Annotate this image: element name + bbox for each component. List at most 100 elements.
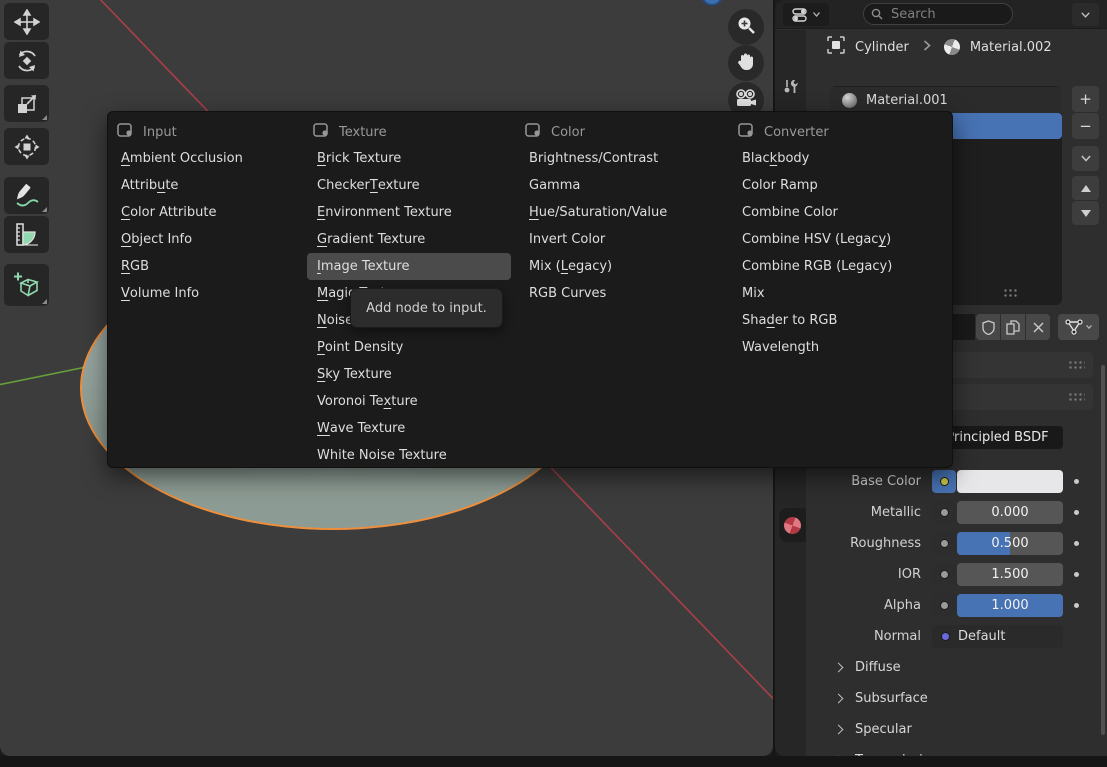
socket-ior[interactable] bbox=[932, 563, 956, 586]
subpanel-diffuse[interactable]: Diffuse bbox=[835, 656, 901, 678]
panel-drag-grip[interactable] bbox=[1068, 392, 1085, 403]
animate-dot[interactable] bbox=[1074, 572, 1079, 577]
menu-item-invert-color[interactable]: Invert Color bbox=[519, 226, 725, 253]
menu-item-sky-texture[interactable]: Sky Texture bbox=[307, 361, 511, 388]
socket-base-color[interactable] bbox=[932, 470, 956, 493]
search-field[interactable] bbox=[863, 3, 1013, 25]
accelerator-letter: I bbox=[317, 259, 321, 274]
close-icon bbox=[1033, 322, 1044, 333]
socket-roughness[interactable] bbox=[932, 532, 956, 555]
socket-metallic[interactable] bbox=[932, 501, 956, 524]
normal-dropdown[interactable]: Default bbox=[932, 625, 1063, 648]
menu-item-hue-saturation-value[interactable]: Hue/Saturation/Value bbox=[519, 199, 725, 226]
menu-item-volume-info[interactable]: Volume Info bbox=[111, 280, 303, 307]
move-slot-down-button[interactable] bbox=[1072, 201, 1099, 225]
menu-item-image-texture[interactable]: Image Texture bbox=[307, 253, 511, 280]
add-cube-icon bbox=[13, 271, 41, 299]
menu-item-rgb-curves[interactable]: RGB Curves bbox=[519, 280, 725, 307]
node-dropdown-button[interactable] bbox=[1058, 314, 1099, 340]
tool-annotate-button[interactable] bbox=[4, 177, 49, 214]
slider-ior[interactable]: 1.500 bbox=[957, 563, 1063, 586]
menu-item-point-density[interactable]: Point Density bbox=[307, 334, 511, 361]
menu-item-mix-legacy-[interactable]: Mix (Legacy) bbox=[519, 253, 725, 280]
menu-item-combine-color[interactable]: Combine Color bbox=[732, 199, 947, 226]
menu-item-wavelength[interactable]: Wavelength bbox=[732, 334, 947, 361]
menu-item-voronoi-texture[interactable]: Voronoi Texture bbox=[307, 388, 511, 415]
object-icon bbox=[827, 36, 845, 58]
menu-item-attribute[interactable]: Attribute bbox=[111, 172, 303, 199]
menu-item-white-noise-texture[interactable]: White Noise Texture bbox=[307, 442, 511, 469]
slider-alpha[interactable]: 1.000 bbox=[957, 594, 1063, 617]
menu-item-gradient-texture[interactable]: Gradient Texture bbox=[307, 226, 511, 253]
menu-column-header: Color bbox=[519, 119, 725, 145]
animate-dot[interactable] bbox=[1074, 510, 1079, 515]
tool-move-button[interactable] bbox=[4, 3, 49, 40]
subpanel-subsurface[interactable]: Subsurface bbox=[835, 687, 928, 709]
menu-item-ambient-occlusion[interactable]: Ambient Occlusion bbox=[111, 145, 303, 172]
scrollbar-thumb[interactable] bbox=[1101, 365, 1105, 735]
breadcrumb-material[interactable]: Material.002 bbox=[970, 40, 1052, 55]
menu-item-brightness-contrast[interactable]: Brightness/Contrast bbox=[519, 145, 725, 172]
tab-material-active[interactable] bbox=[779, 508, 806, 542]
tool-add-cube-button[interactable] bbox=[4, 264, 49, 306]
input-label-normal: Normal bbox=[809, 625, 921, 648]
slider-roughness[interactable]: 0.500 bbox=[957, 532, 1063, 555]
subpanel-transmission[interactable]: Transmission bbox=[835, 749, 939, 756]
search-input[interactable] bbox=[889, 6, 999, 23]
menu-item-blackbody[interactable]: Blackbody bbox=[732, 145, 947, 172]
material-slot-row[interactable]: Material.001 bbox=[830, 87, 1062, 113]
viewport-zoom-button[interactable] bbox=[728, 9, 764, 45]
duplicate-material-button[interactable] bbox=[1001, 314, 1025, 340]
scale-icon bbox=[15, 92, 39, 116]
properties-header bbox=[775, 0, 1107, 29]
rotate-icon bbox=[14, 48, 40, 74]
tool-transform-button[interactable] bbox=[4, 128, 49, 165]
base-color-swatch[interactable] bbox=[957, 470, 1063, 493]
menu-item-rgb[interactable]: RGB bbox=[111, 253, 303, 280]
panel-drag-grip[interactable] bbox=[1068, 360, 1085, 371]
menu-item-environment-texture[interactable]: Environment Texture bbox=[307, 199, 511, 226]
move-icon bbox=[14, 9, 40, 35]
material-slot-name: Material.001 bbox=[866, 93, 948, 108]
menu-item-object-info[interactable]: Object Info bbox=[111, 226, 303, 253]
accelerator-letter: k bbox=[770, 151, 778, 166]
animate-dot[interactable] bbox=[1074, 603, 1079, 608]
fake-user-button[interactable] bbox=[976, 314, 1000, 340]
menu-item-shader-to-rgb[interactable]: Shader to RGB bbox=[732, 307, 947, 334]
menu-item-brick-texture[interactable]: Brick Texture bbox=[307, 145, 511, 172]
menu-item-combine-hsv-legacy-[interactable]: Combine HSV (Legacy) bbox=[732, 226, 947, 253]
header-menu-button[interactable] bbox=[1072, 3, 1099, 26]
menu-item-wave-texture[interactable]: Wave Texture bbox=[307, 415, 511, 442]
chevron-right-icon bbox=[834, 724, 844, 734]
menu-item-color-ramp[interactable]: Color Ramp bbox=[732, 172, 947, 199]
menu-item-gamma[interactable]: Gamma bbox=[519, 172, 725, 199]
slider-metallic[interactable]: 0.000 bbox=[957, 501, 1063, 524]
socket-alpha[interactable] bbox=[932, 594, 956, 617]
menu-item-combine-rgb-legacy-[interactable]: Combine RGB (Legacy) bbox=[732, 253, 947, 280]
unlink-material-button[interactable] bbox=[1026, 314, 1050, 340]
accelerator-letter: W bbox=[317, 421, 330, 436]
editor-type-dropdown[interactable] bbox=[783, 3, 829, 26]
tool-rotate-button[interactable] bbox=[4, 42, 49, 79]
move-slot-up-button[interactable] bbox=[1072, 176, 1099, 200]
slot-specials-button[interactable] bbox=[1072, 146, 1099, 171]
menu-item-mix[interactable]: Mix bbox=[732, 280, 947, 307]
menu-item-color-attribute[interactable]: Color Attribute bbox=[111, 199, 303, 226]
animate-dot[interactable] bbox=[1074, 479, 1079, 484]
subpanel-specular[interactable]: Specular bbox=[835, 718, 912, 740]
breadcrumb-object[interactable]: Cylinder bbox=[855, 40, 909, 55]
tool-measure-button[interactable] bbox=[4, 216, 49, 253]
accelerator-letter: y bbox=[878, 232, 886, 247]
menu-item-checker-texture[interactable]: Checker Texture bbox=[307, 172, 511, 199]
dropdown-value: Default bbox=[958, 629, 1006, 644]
animate-dot[interactable] bbox=[1074, 541, 1079, 546]
tool-scale-button[interactable] bbox=[4, 85, 49, 122]
viewport-pan-button[interactable] bbox=[728, 45, 764, 81]
add-slot-button[interactable]: + bbox=[1072, 86, 1099, 112]
node-icon bbox=[117, 123, 134, 142]
remove-slot-button[interactable]: − bbox=[1072, 113, 1099, 139]
list-resize-grip[interactable] bbox=[1003, 288, 1017, 297]
annotate-icon bbox=[14, 183, 40, 209]
tab-tool[interactable] bbox=[779, 74, 803, 98]
chevron-down-icon bbox=[1086, 325, 1092, 329]
